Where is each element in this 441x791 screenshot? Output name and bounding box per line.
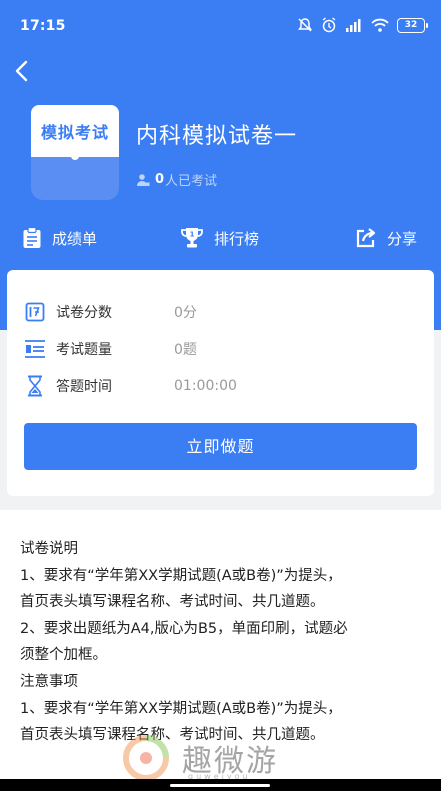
exam-description: 试卷说明 1、要求有“学年第XX学期试题(A或B卷)”为提头， 首页表头填写课程… [0, 510, 441, 780]
description-line: 1、要求有“学年第XX学期试题(A或B卷)”为提头， [20, 567, 342, 584]
exam-info-card: 试卷分数 0分 考试题量 0题 答题时间 01:00:00 立即做题 [7, 270, 434, 496]
status-icons: 32 [297, 17, 428, 33]
info-value-question-count: 0题 [174, 342, 197, 358]
svg-text:1: 1 [190, 231, 195, 239]
battery-icon: 32 [397, 17, 428, 33]
question-count-icon [24, 338, 46, 360]
taker-label: 人已考试 [165, 174, 218, 189]
report-card-icon [23, 227, 41, 248]
info-value-time: 01:00:00 [174, 378, 237, 394]
mute-icon [298, 18, 312, 32]
hourglass-icon [24, 375, 46, 397]
info-row-score: 试卷分数 0分 [24, 299, 404, 325]
notes-heading: 注意事项 [20, 673, 78, 690]
description-heading: 试卷说明 [20, 541, 78, 557]
score-icon [24, 301, 46, 323]
report-card-button[interactable]: 成绩单 [22, 220, 97, 256]
alarm-icon [322, 17, 336, 33]
status-bar: 17:15 32 [0, 0, 441, 50]
info-value-score: 0分 [174, 305, 197, 321]
share-icon [356, 228, 376, 248]
cover-dot [71, 152, 79, 160]
back-arrow-icon [15, 60, 28, 82]
description-line: 首页表头填写课程名称、考试时间、共几道题。 [20, 594, 325, 611]
info-row-time: 答题时间 01:00:00 [24, 373, 404, 399]
status-time: 17:15 [20, 18, 66, 34]
report-card-label: 成绩单 [52, 229, 98, 248]
description-line: 1、要求有“学年第XX学期试题(A或B卷)”为提头， [20, 700, 342, 717]
start-exam-button[interactable]: 立即做题 [24, 423, 417, 470]
info-label-score: 试卷分数 [56, 305, 112, 321]
exam-cover-image: 模拟考试 [31, 105, 119, 200]
description-text: 试卷说明 1、要求有“学年第XX学期试题(A或B卷)”为提头， 首页表头填写课程… [20, 536, 430, 749]
back-button[interactable] [8, 56, 38, 86]
action-bar: 成绩单 1 排行榜 分享 [0, 220, 441, 256]
wifi-icon [371, 18, 389, 32]
taker-count-row: 0 人已考试 [136, 170, 217, 189]
person-icon [137, 173, 150, 186]
exam-title: 内科模拟试卷一 [136, 124, 298, 149]
home-indicator[interactable] [170, 784, 270, 787]
description-line: 2、要求出题纸为A4,版心为B5，单面印刷，试题必 [20, 620, 348, 637]
cover-label: 模拟考试 [40, 123, 109, 142]
leaderboard-label: 排行榜 [214, 229, 260, 248]
info-label-time: 答题时间 [56, 379, 112, 395]
signal-icon [346, 19, 361, 32]
description-line: 首页表头填写课程名称、考试时间、共几道题。 [20, 727, 325, 744]
info-label-question-count: 考试题量 [56, 342, 112, 358]
share-button[interactable]: 分享 [355, 220, 417, 256]
leaderboard-button[interactable]: 1 排行榜 [180, 220, 259, 256]
taker-count: 0 [155, 172, 165, 187]
share-label: 分享 [387, 229, 418, 248]
trophy-icon: 1 [181, 228, 203, 248]
description-line: 须整个加框。 [20, 647, 107, 664]
info-row-question-count: 考试题量 0题 [24, 336, 404, 362]
